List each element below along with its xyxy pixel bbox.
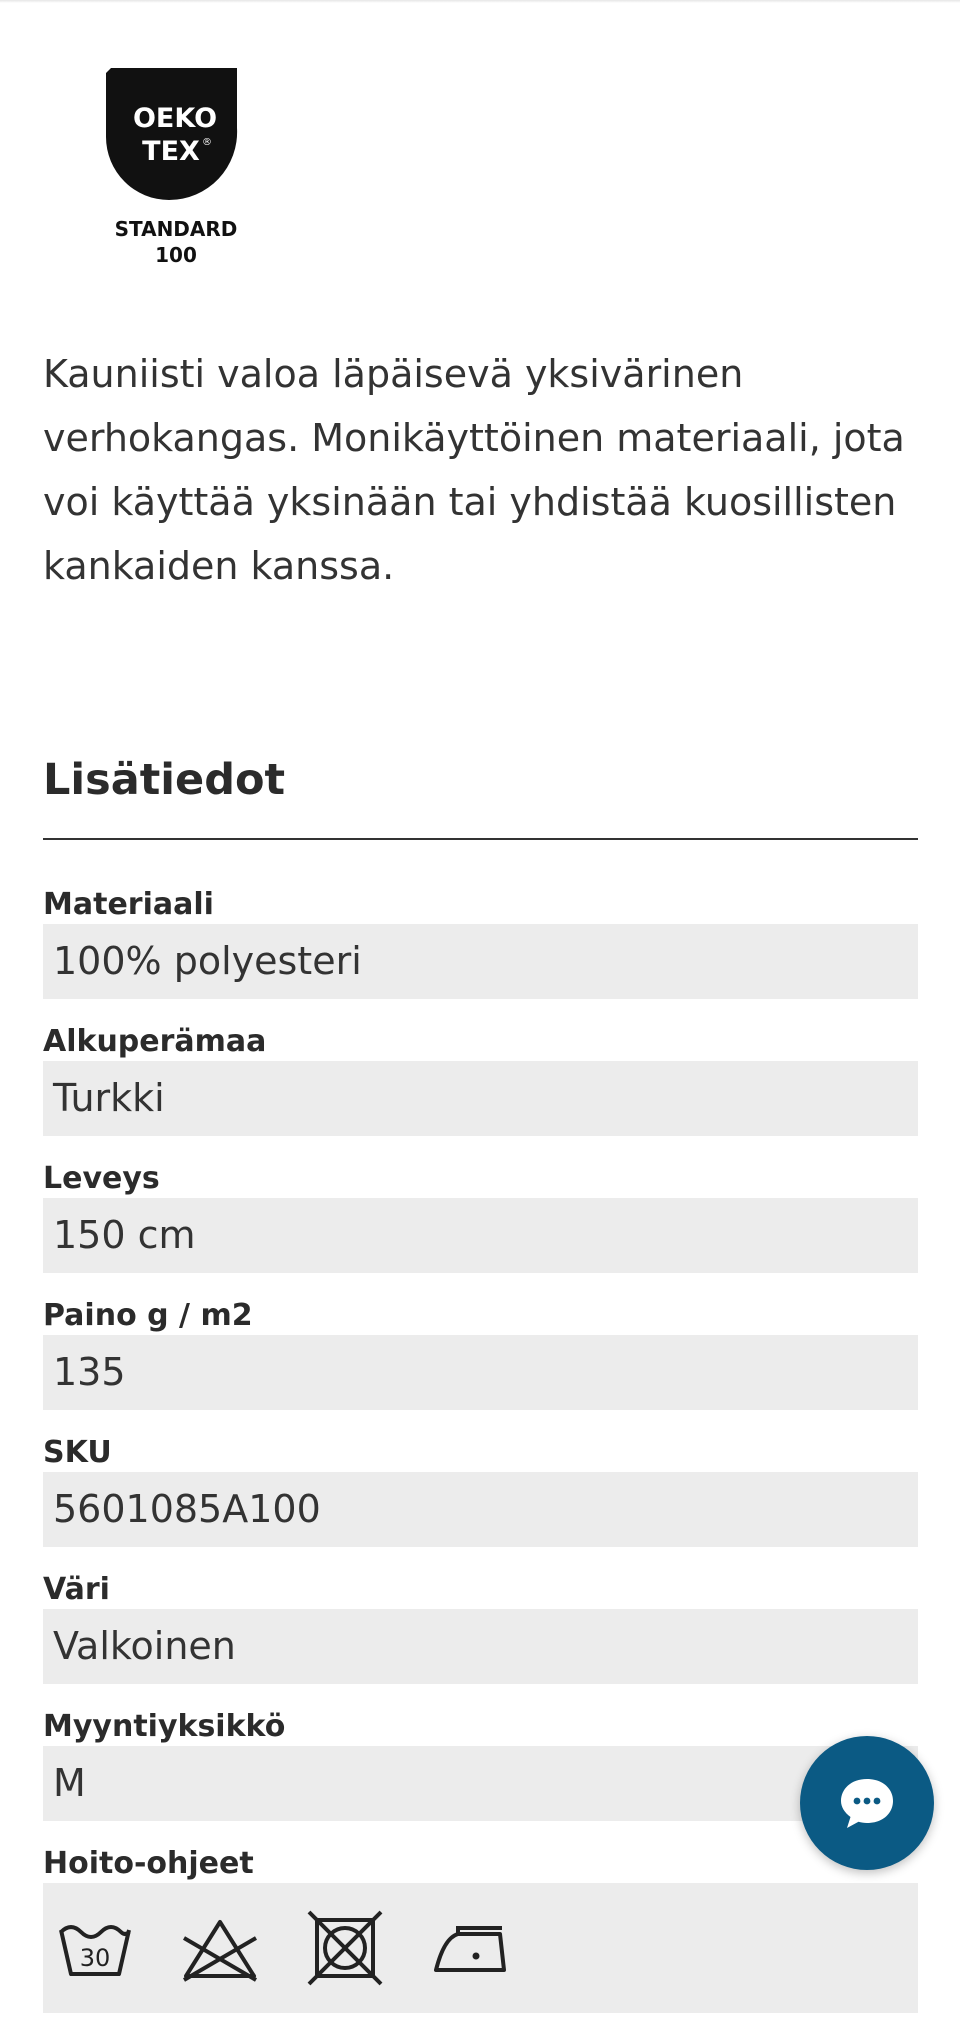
logo-caption-line1: STANDARD <box>115 217 238 241</box>
attribute-weight: Paino g / m2 135 <box>43 1297 918 1410</box>
attribute-sales-unit: Myyntiyksikkö M <box>43 1708 918 1821</box>
details-title: Lisätiedot <box>43 755 286 805</box>
attribute-value: 135 <box>43 1335 918 1410</box>
attribute-value: 150 cm <box>43 1198 918 1273</box>
no-bleach-icon <box>182 1920 258 1982</box>
attribute-label: Alkuperämaa <box>43 1024 267 1059</box>
iron-low-icon <box>434 1926 506 1972</box>
attribute-label: SKU <box>43 1435 112 1470</box>
wash-temperature: 30 <box>80 1944 111 1972</box>
details-divider <box>43 838 918 840</box>
attribute-value: M <box>43 1746 918 1821</box>
chat-bubble-icon <box>841 1779 893 1828</box>
oeko-tex-logo: OEKO TEX ® STANDARD 100 <box>103 65 253 275</box>
attribute-label: Materiaali <box>43 887 214 922</box>
attribute-label: Paino g / m2 <box>43 1298 253 1333</box>
attribute-label: Myyntiyksikkö <box>43 1709 286 1744</box>
attribute-value: Turkki <box>43 1061 918 1136</box>
no-tumble-dry-icon <box>307 1910 383 1986</box>
attribute-value: Valkoinen <box>43 1609 918 1684</box>
attribute-label: Leveys <box>43 1161 160 1196</box>
attribute-width: Leveys 150 cm <box>43 1160 918 1273</box>
attribute-label: Hoito-ohjeet <box>43 1846 254 1881</box>
attribute-sku: SKU 5601085A100 <box>43 1434 918 1547</box>
product-description: Kauniisti valoa läpäisevä yksivärinen ve… <box>43 352 905 588</box>
svg-text:®: ® <box>202 137 212 148</box>
chat-button[interactable] <box>800 1736 934 1870</box>
attribute-list: Materiaali 100% polyesteri Alkuperämaa T… <box>43 886 918 2013</box>
logo-mark-line2: TEX <box>142 136 200 167</box>
attribute-label: Väri <box>43 1572 110 1607</box>
top-edge-shadow <box>0 0 960 3</box>
attribute-value: 5601085A100 <box>43 1472 918 1547</box>
logo-caption-line2: 100 <box>155 243 197 267</box>
wash-30-icon: 30 <box>59 1925 131 1976</box>
attribute-value: 100% polyesteri <box>43 924 918 999</box>
attribute-country: Alkuperämaa Turkki <box>43 1023 918 1136</box>
logo-mark-line1: OEKO <box>133 103 217 134</box>
attribute-care: Hoito-ohjeet 30 <box>43 1845 918 2013</box>
care-icons: 30 <box>43 1883 918 2013</box>
attribute-material: Materiaali 100% polyesteri <box>43 886 918 999</box>
attribute-color: Väri Valkoinen <box>43 1571 918 1684</box>
